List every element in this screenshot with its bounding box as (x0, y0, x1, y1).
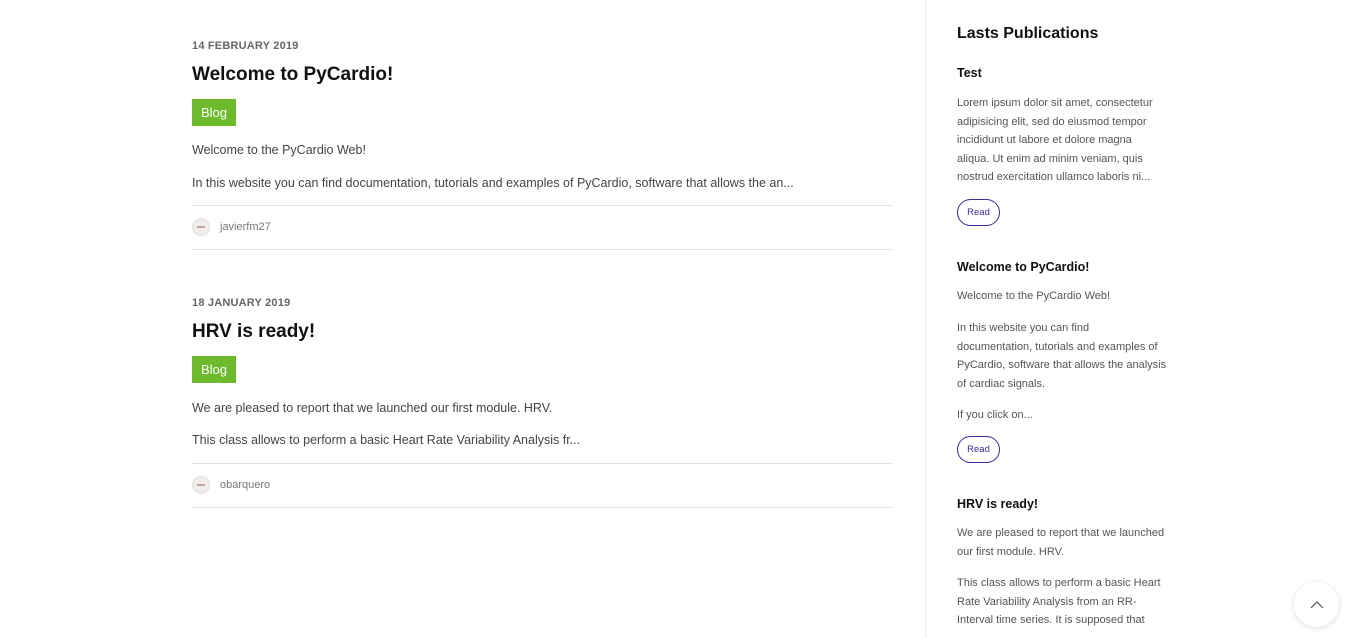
post-title[interactable]: Welcome to PyCardio! (192, 64, 893, 87)
post-footer: obarquero (192, 462, 893, 508)
sidebar-item-excerpt: Welcome to the PyCardio Web! (957, 290, 1111, 302)
post-tag[interactable]: Blog (192, 355, 237, 383)
sidebar-item-title[interactable]: Welcome to PyCardio! (957, 260, 1089, 274)
avatar[interactable] (192, 476, 210, 495)
sidebar-item-title[interactable]: HRV is ready! (957, 497, 1038, 511)
read-button[interactable]: Read (957, 199, 1000, 226)
sidebar-title: Lasts Publications (957, 25, 1099, 42)
post-paragraph: We are pleased to report that we launche… (192, 400, 553, 415)
chevron-up-icon (1310, 601, 1323, 609)
post-card: 14 February 2019 Welcome to PyCardio! Bl… (192, 40, 893, 250)
sidebar-divider (925, 0, 926, 638)
post-card: 18 January 2019 HRV is ready! Blog We ar… (192, 297, 893, 508)
back-to-top-button[interactable] (1294, 582, 1339, 627)
read-button[interactable]: Read (957, 436, 1000, 463)
post-author[interactable]: obarquero (220, 479, 270, 491)
post-date: 18 January 2019 (192, 297, 291, 309)
post-paragraph: In this website you can find documentati… (192, 175, 794, 190)
sidebar-item-excerpt: If you click on... (957, 409, 1033, 421)
sidebar-item-excerpt: This class allows to perform a basic Hea… (957, 577, 1161, 627)
post-paragraph: This class allows to perform a basic Hea… (192, 432, 581, 447)
post-paragraph: Welcome to the PyCardio Web! (192, 142, 366, 157)
sidebar-item-excerpt: In this website you can find documentati… (957, 322, 1167, 390)
sidebar-item-title[interactable]: Test (957, 66, 982, 80)
sidebar-item-excerpt: We are pleased to report that we launche… (957, 527, 1165, 558)
post-title[interactable]: HRV is ready! (192, 321, 893, 344)
sidebar-item-excerpt: Lorem ipsum dolor sit amet, consectetur … (957, 97, 1153, 184)
post-tag[interactable]: Blog (192, 98, 237, 126)
post-footer: javierfm27 (192, 204, 893, 250)
avatar[interactable] (192, 218, 210, 237)
post-date: 14 February 2019 (192, 40, 299, 52)
post-author[interactable]: javierfm27 (220, 221, 271, 233)
